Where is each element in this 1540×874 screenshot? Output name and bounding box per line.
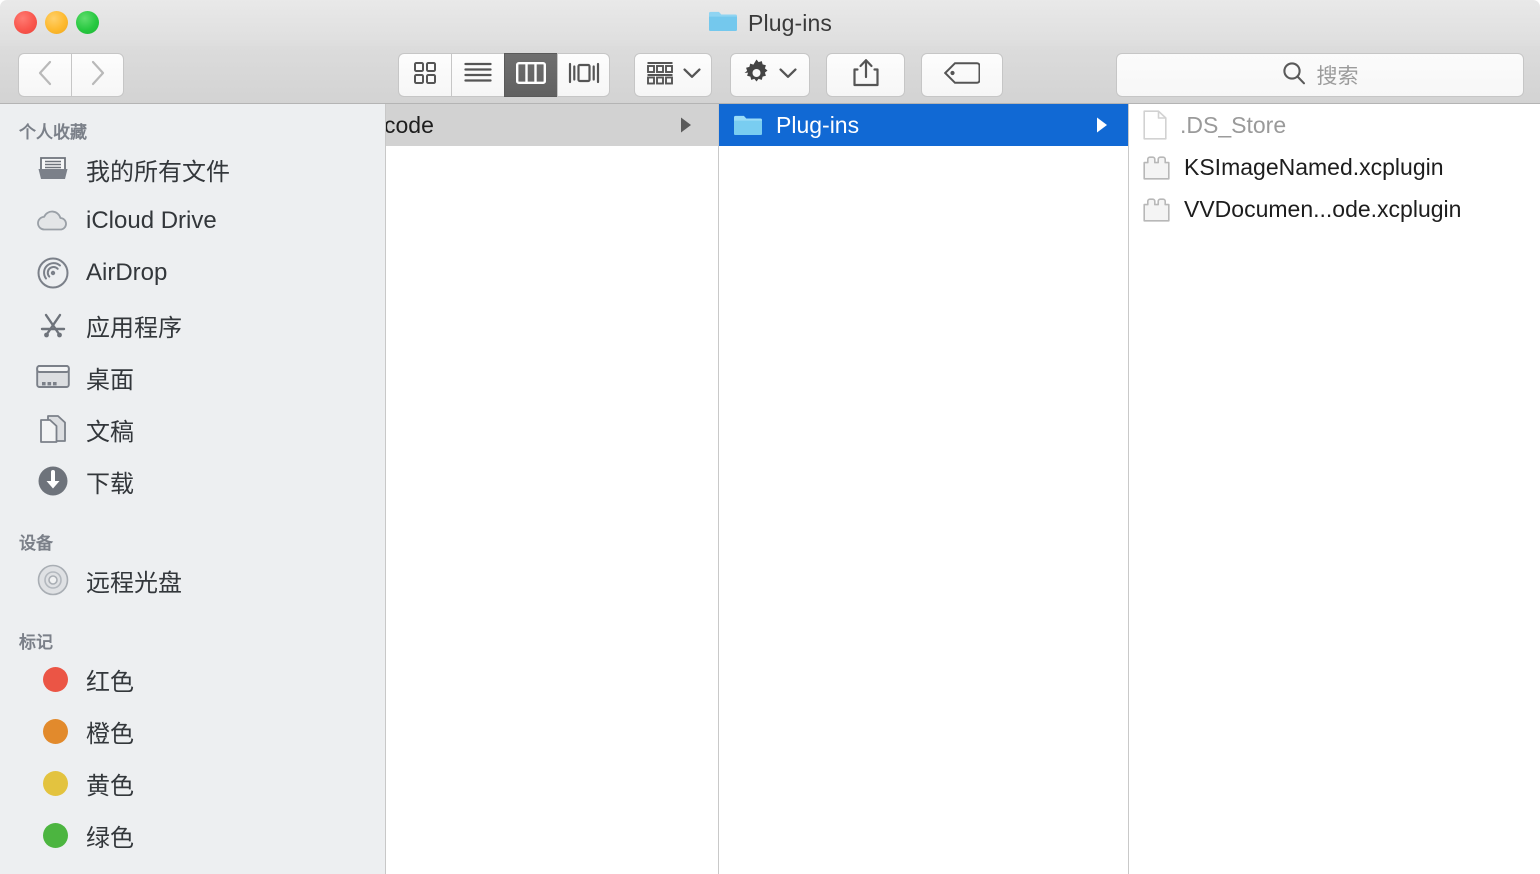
file-name: Plug-ins [776, 111, 860, 138]
tag-dot-icon [36, 766, 70, 800]
list-view-button[interactable] [451, 53, 504, 97]
content-area: 个人收藏 我的所有文件 iCloud Drive AirDrop 应用程序 桌面… [0, 104, 1540, 874]
file-name: KSImageNamed.xcplugin [1184, 153, 1444, 180]
sidebar-item-tag-yellow[interactable]: 黄色 [0, 757, 385, 809]
icloud-icon [36, 204, 70, 238]
finder-window: Plug-ins 搜索 个人收藏 我的所有文件 iCloud Drive Air… [0, 0, 1540, 874]
search-input[interactable]: 搜索 [1317, 60, 1359, 90]
toolbar: 搜索 [0, 46, 1540, 104]
tag-dot-icon [36, 818, 70, 852]
sidebar-item-label: 应用程序 [86, 314, 182, 342]
sidebar-item-label: 下载 [86, 470, 134, 498]
desktop-icon [36, 360, 70, 394]
arrange-icon [646, 61, 674, 90]
share-button[interactable] [826, 53, 905, 97]
column-browser: code Plug-ins .DS_Store KSImageNamed.xcp… [386, 104, 1540, 874]
sidebar-item-documents[interactable]: 文稿 [0, 403, 385, 455]
file-name: VVDocumen...ode.xcplugin [1184, 195, 1462, 222]
applications-icon [36, 308, 70, 342]
all-my-files-icon [36, 152, 70, 186]
sidebar-item-label: 我的所有文件 [86, 158, 230, 186]
tag-dot-icon [36, 714, 70, 748]
window-title-area: Plug-ins [0, 0, 1540, 46]
column-row-plug-ins[interactable]: Plug-ins [719, 104, 1128, 146]
coverflow-icon [568, 62, 600, 89]
airdrop-icon [36, 256, 70, 290]
sidebar-item-tag-red[interactable]: 红色 [0, 653, 385, 705]
list-icon [464, 62, 492, 89]
column-row-ksimagenamed[interactable]: KSImageNamed.xcplugin [1129, 146, 1539, 188]
titlebar: Plug-ins [0, 0, 1540, 46]
arrange-button[interactable] [634, 53, 712, 97]
sidebar-section-favorites: 个人收藏 [19, 123, 87, 142]
column-2[interactable]: Plug-ins [719, 104, 1129, 874]
column-view-button[interactable] [504, 53, 557, 97]
sidebar-item-desktop[interactable]: 桌面 [0, 351, 385, 403]
sidebar-item-label: 橙色 [86, 720, 134, 748]
sidebar-item-applications[interactable]: 应用程序 [0, 299, 385, 351]
columns-icon [516, 61, 547, 89]
sidebar-item-tag-orange[interactable]: 橙色 [0, 705, 385, 757]
remote-disc-icon [36, 563, 70, 597]
sidebar-item-tag-green[interactable]: 绿色 [0, 809, 385, 861]
navigation-buttons [18, 53, 124, 97]
back-button[interactable] [18, 53, 71, 97]
view-mode-buttons [398, 53, 610, 97]
forward-chevron-icon [90, 60, 106, 91]
gear-icon [743, 59, 770, 91]
sidebar-item-airdrop[interactable]: AirDrop [0, 247, 385, 299]
search-field[interactable]: 搜索 [1116, 53, 1524, 97]
share-icon [852, 58, 879, 92]
file-name: code [386, 111, 434, 138]
sidebar-item-label: 绿色 [86, 824, 134, 852]
sidebar-item-label: AirDrop [86, 259, 168, 286]
file-name: .DS_Store [1180, 111, 1287, 138]
column-row-vvdocumenter[interactable]: VVDocumen...ode.xcplugin [1129, 188, 1539, 230]
column-row-code[interactable]: code [386, 104, 718, 146]
sidebar-item-remote-disc[interactable]: 远程光盘 [0, 554, 385, 606]
sidebar-item-label: 桌面 [86, 366, 134, 394]
back-chevron-icon [37, 60, 53, 91]
chevron-down-icon [779, 66, 797, 84]
tag-icon [943, 61, 981, 89]
disclosure-arrow-icon[interactable] [1095, 116, 1118, 134]
sidebar-item-icloud-drive[interactable]: iCloud Drive [0, 195, 385, 247]
folder-icon [733, 113, 763, 137]
plugin-icon [1143, 196, 1171, 222]
sidebar-section-tags: 标记 [19, 633, 53, 652]
column-1[interactable]: code [386, 104, 719, 874]
column-3[interactable]: .DS_Store KSImageNamed.xcplugin VVDocume… [1129, 104, 1539, 874]
sidebar-section-devices: 设备 [19, 534, 53, 553]
sidebar-item-label: 远程光盘 [86, 569, 182, 597]
forward-button[interactable] [71, 53, 124, 97]
plugin-icon [1143, 154, 1171, 180]
page-title: Plug-ins [748, 9, 832, 36]
disclosure-arrow-icon[interactable] [679, 116, 708, 134]
sidebar-item-label: 红色 [86, 668, 134, 696]
tag-button[interactable] [921, 53, 1003, 97]
icon-view-button[interactable] [398, 53, 451, 97]
action-button[interactable] [730, 53, 810, 97]
coverflow-view-button[interactable] [557, 53, 610, 97]
search-icon [1282, 61, 1306, 90]
tag-dot-icon [36, 662, 70, 696]
column-row-ds-store[interactable]: .DS_Store [1129, 104, 1539, 146]
chevron-down-icon [682, 66, 701, 84]
sidebar-item-label: 文稿 [86, 418, 134, 446]
downloads-icon [36, 464, 70, 498]
document-icon [1143, 110, 1167, 140]
grid-icon [413, 61, 437, 90]
sidebar-item-downloads[interactable]: 下载 [0, 455, 385, 507]
sidebar-item-all-my-files[interactable]: 我的所有文件 [0, 143, 385, 195]
sidebar-item-label: iCloud Drive [86, 207, 217, 234]
folder-icon [708, 9, 738, 38]
sidebar-item-label: 黄色 [86, 772, 134, 800]
sidebar[interactable]: 个人收藏 我的所有文件 iCloud Drive AirDrop 应用程序 桌面… [0, 104, 386, 874]
documents-icon [36, 412, 70, 446]
